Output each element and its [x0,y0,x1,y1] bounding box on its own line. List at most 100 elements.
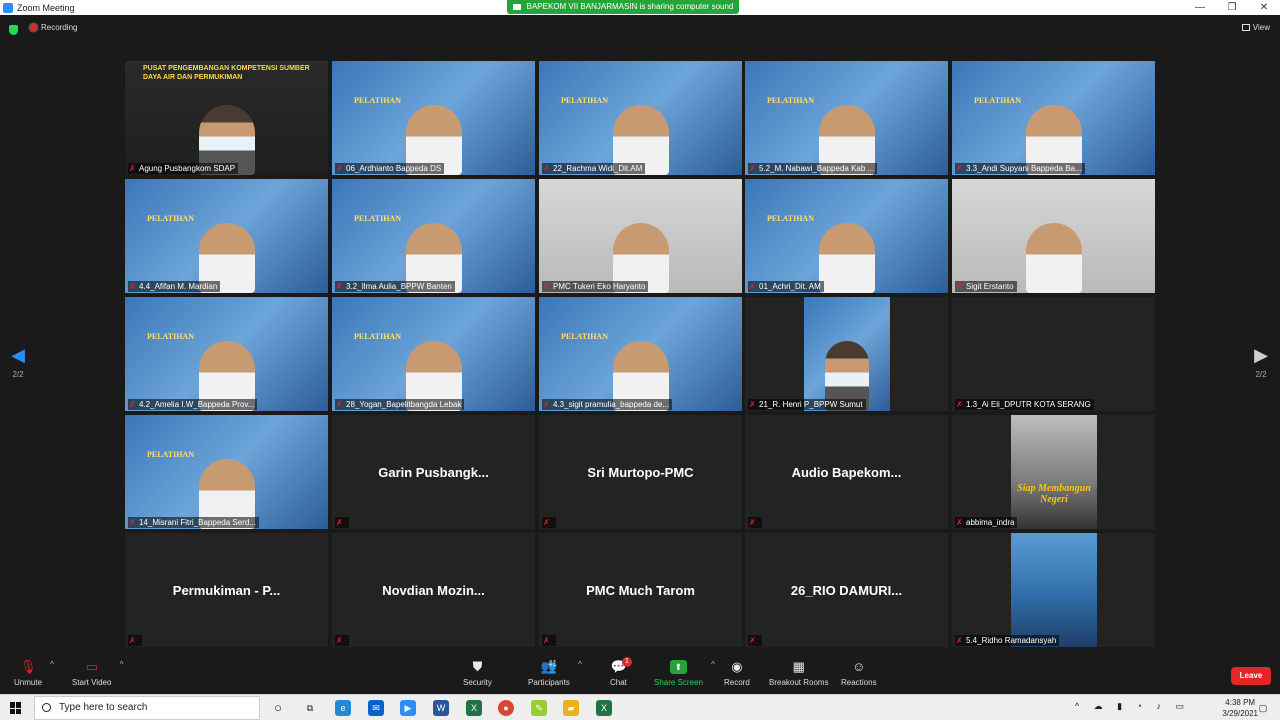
video-tile[interactable]: PELATIHAN ✗ 22_Rachma Widi_Dit.AM [539,61,742,175]
notifications-icon[interactable]: ▢ [1255,700,1271,716]
video-tile[interactable]: ✗ 21_R. Henri P_BPPW Sumut [745,297,948,411]
video-tile[interactable]: PELATIHAN ✗ 3.2_Ilma Aulia_BPPW Banten [332,179,535,293]
microphone-muted-icon: ✗ [956,281,963,291]
meeting-topbar: Recording View [0,15,1280,45]
start-video-button[interactable]: ▭ Start Video ^ [72,660,123,688]
participant-name-tag: ✗ [335,517,349,528]
microphone-muted-icon: ✗ [749,281,756,291]
video-tile[interactable]: PELATIHAN ✗ 4.2_Amelia I.W_Bappeda Prov... [125,297,328,411]
video-options-caret-icon[interactable]: ^ [120,660,124,669]
record-button[interactable]: ◉ Record [724,660,750,688]
video-tile[interactable]: PELATIHAN ✗ 5.2_M. Nabawi_Bappeda Kab ... [745,61,948,175]
taskbar-search-box[interactable]: Type here to search [34,696,260,720]
video-tile[interactable]: ✗ PMC Tukeri Eko Haryanto [539,179,742,293]
video-tile[interactable]: Novdian Mozin... ✗ [332,533,535,647]
microphone-muted-icon: ✗ [956,635,963,645]
security-label: Security [463,678,492,687]
participant-display-name: Sri Murtopo-PMC [587,465,694,480]
participant-name-tag: ✗ PMC Tukeri Eko Haryanto [542,281,649,292]
microphone-muted-icon: ✗ [749,399,756,409]
participant-name-tag: ✗ 01_Achri_Dit. AM [748,281,824,292]
tile-banner-text: PUSAT PENGEMBANGAN KOMPETENSI SUMBER DAY… [143,65,310,81]
clock-date: 3/29/2021 [1222,709,1258,718]
video-tile[interactable]: PMC Much Tarom ✗ [539,533,742,647]
chat-button[interactable]: 💬 1 Chat [610,657,632,687]
audio-options-caret-icon[interactable]: ^ [50,660,54,669]
video-tile[interactable]: PELATIHAN ✗ 3.3_Andi Supyani Bappeda Ba... [952,61,1155,175]
edge-browser-icon[interactable]: e [335,700,351,716]
security-button[interactable]: ⛊ Security [463,660,492,688]
minimize-button[interactable]: — [1184,0,1216,15]
video-tile[interactable]: PELATIHAN ✗ 4.4_Afifan M. Mardian [125,179,328,293]
video-tile[interactable]: Audio Bapekom... ✗ [745,415,948,529]
task-view-icon[interactable]: ⧉ [302,700,318,716]
mail-icon[interactable]: ✉ [368,700,384,716]
participants-button[interactable]: 👥 41 Participants ^ [528,659,582,687]
video-tile[interactable]: Permukiman - P... ✗ [125,533,328,647]
reactions-button[interactable]: ☺ Reactions [841,660,877,688]
slide-title-text: PELATIHAN [561,332,608,341]
participant-name: Agung Pusbangkom SDAP [139,164,236,173]
participant-name-tag: ✗ abbima_indra [955,517,1018,528]
participants-caret-icon[interactable]: ^ [578,660,582,669]
zoom-taskbar-icon[interactable]: ▶ [400,700,416,716]
participant-name-tag: ✗ 4.2_Amelia I.W_Bappeda Prov... [128,399,258,410]
sharing-sound-banner: BAPEKOM VII BANJARMASIN is sharing compu… [507,0,739,14]
excel-icon[interactable]: X [466,700,482,716]
system-tray-icons[interactable]: ^ ☁ ▮ ◔ ♪ ▭ [1075,701,1190,712]
cortana-icon[interactable]: ○ [270,700,286,716]
windows-taskbar: Type here to search ○ ⧉ e ✉ ▶ W X ● ✎ ▰ … [0,694,1280,720]
breakout-rooms-icon: ▦ [792,659,805,674]
recording-dot-icon [30,24,37,31]
video-tile[interactable]: PELATIHAN ✗ 06_Ardhianto Bappeda DS [332,61,535,175]
microphone-muted-icon: ✗ [336,399,343,409]
chrome-icon[interactable]: ● [498,700,514,716]
page-indicator-left: 2/2 [12,370,24,379]
share-options-caret-icon[interactable]: ^ [711,660,715,669]
video-tile[interactable]: ✗ 1.3_Ai Eli_DPUTR KOTA SERANG [952,297,1155,411]
video-tile[interactable]: PELATIHAN ✗ 28_Yogan_Bapelitbangda Lebak [332,297,535,411]
video-tile[interactable]: PUSAT PENGEMBANGAN KOMPETENSI SUMBER DAY… [125,61,328,175]
microphone-muted-icon: ✗ [956,399,963,409]
unmute-label: Unmute [14,678,43,687]
video-tile[interactable]: PELATIHAN ✗ 01_Achri_Dit. AM [745,179,948,293]
participant-name: PMC Tukeri Eko Haryanto [553,282,646,291]
participants-label: Participants [528,678,570,687]
windows-start-icon[interactable] [10,702,22,714]
video-tile[interactable]: PELATIHAN ✗ 4.3_sigit pramulia_bappeda de.… [539,297,742,411]
share-screen-button[interactable]: ⬆ Share Screen ^ [654,660,715,687]
microphone-muted-icon: ✗ [129,281,136,291]
previous-page-button[interactable]: ◀ 2/2 [11,345,25,385]
paint-icon[interactable]: ✎ [531,700,547,716]
participant-name-tag: ✗ 3.2_Ilma Aulia_BPPW Banten [335,281,455,292]
chat-unread-badge: 1 [622,657,632,667]
file-explorer-icon[interactable]: ▰ [563,700,579,716]
video-tile[interactable]: ✗ 5.4_Ridho Ramadansyah [952,533,1155,647]
video-tile[interactable]: PELATIHAN ✗ 14_Misrani Fitri_Bappeda Serd.… [125,415,328,529]
participant-name-tag: ✗ 21_R. Henri P_BPPW Sumut [748,399,866,410]
share-arrow-icon: ⬆ [669,660,687,674]
participant-name-tag: ✗ 4.4_Afifan M. Mardian [128,281,221,292]
next-page-button[interactable]: ▶ 2/2 [1254,345,1268,385]
video-tile[interactable]: ✗ Sigit Erstanto [952,179,1155,293]
participant-name: 1.3_Ai Eli_DPUTR KOTA SERANG [966,400,1091,409]
video-tile[interactable]: Sri Murtopo-PMC ✗ [539,415,742,529]
breakout-rooms-button[interactable]: ▦ Breakout Rooms [769,659,829,688]
participant-name: 21_R. Henri P_BPPW Sumut [759,400,863,409]
view-button[interactable]: View [1241,23,1270,32]
close-button[interactable]: ✕ [1248,0,1280,15]
video-tile[interactable]: 26_RIO DAMURI... ✗ [745,533,948,647]
maximize-button[interactable]: ❐ [1216,0,1248,15]
leave-button[interactable]: Leave [1231,667,1271,685]
participant-name: abbima_indra [966,518,1015,527]
unmute-button[interactable]: 🎙 Unmute ^ [14,660,54,688]
video-tile[interactable]: Garin Pusbangk... ✗ [332,415,535,529]
participant-name-tag: ✗ [128,635,142,646]
video-tile[interactable]: Siap Membangun Negeri ✗ abbima_indra [952,415,1155,529]
participant-name-tag: ✗ 28_Yogan_Bapelitbangda Lebak [335,399,465,410]
microphone-muted-icon: ✗ [129,517,136,527]
encryption-shield-icon[interactable] [9,25,18,35]
word-icon[interactable]: W [433,700,449,716]
taskbar-clock[interactable]: 4:38 PM 3/29/2021 [1222,697,1258,719]
excel-file-icon[interactable]: X [596,700,612,716]
